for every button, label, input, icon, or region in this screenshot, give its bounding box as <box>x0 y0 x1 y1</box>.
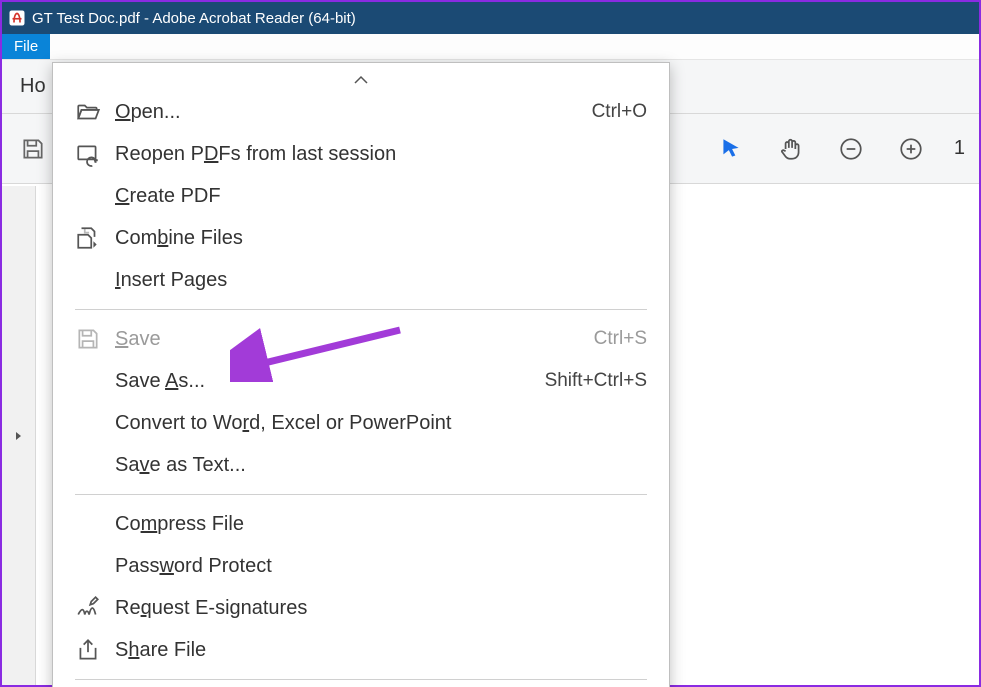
menu-insert-pages[interactable]: Insert Pages <box>53 259 669 301</box>
menu-create-pdf-label: Create PDF <box>115 185 647 208</box>
menu-separator <box>75 679 647 680</box>
menubar: File <box>2 34 979 60</box>
menu-separator <box>75 309 647 310</box>
menu-compress[interactable]: Compress File <box>53 503 669 545</box>
menu-esign[interactable]: Request E-signatures <box>53 587 669 629</box>
save-icon[interactable] <box>16 132 50 166</box>
menu-save-shortcut: Ctrl+S <box>594 328 647 350</box>
menu-combine[interactable]: Combine Files <box>53 217 669 259</box>
menu-combine-label: Combine Files <box>115 227 647 250</box>
menu-save-as-shortcut: Shift+Ctrl+S <box>545 370 647 392</box>
signature-icon <box>75 595 115 621</box>
file-menu-dropdown: Open... Ctrl+O Reopen PDFs from last ses… <box>52 62 670 687</box>
menu-compress-label: Compress File <box>115 513 647 536</box>
acrobat-window: GT Test Doc.pdf - Adobe Acrobat Reader (… <box>0 0 981 687</box>
menu-separator <box>75 494 647 495</box>
menu-convert[interactable]: Convert to Word, Excel or PowerPoint <box>53 402 669 444</box>
zoom-value[interactable]: 1 <box>954 137 965 160</box>
menu-scroll-up[interactable] <box>53 69 669 91</box>
menu-save-label: Save <box>115 328 594 351</box>
menu-save-text-label: Save as Text... <box>115 454 647 477</box>
combine-icon <box>75 225 115 251</box>
hand-tool-icon[interactable] <box>774 132 808 166</box>
menu-open[interactable]: Open... Ctrl+O <box>53 91 669 133</box>
menu-share-label: Share File <box>115 639 647 662</box>
zoom-in-icon[interactable] <box>894 132 928 166</box>
menu-share[interactable]: Share File <box>53 629 669 671</box>
menu-open-label: Open... <box>115 101 592 124</box>
zoom-out-icon[interactable] <box>834 132 868 166</box>
nav-pane-toggle[interactable] <box>2 186 36 685</box>
menu-save: Save Ctrl+S <box>53 318 669 360</box>
menu-save-as[interactable]: Save As... Shift+Ctrl+S <box>53 360 669 402</box>
acrobat-app-icon <box>8 9 26 27</box>
menu-convert-label: Convert to Word, Excel or PowerPoint <box>115 412 647 435</box>
window-title: GT Test Doc.pdf - Adobe Acrobat Reader (… <box>32 10 356 27</box>
menu-reopen[interactable]: Reopen PDFs from last session <box>53 133 669 175</box>
menu-esign-label: Request E-signatures <box>115 597 647 620</box>
menu-create-pdf[interactable]: Create PDF <box>53 175 669 217</box>
save-icon <box>75 326 115 352</box>
folder-open-icon <box>75 99 115 125</box>
menu-open-shortcut: Ctrl+O <box>592 101 647 123</box>
titlebar: GT Test Doc.pdf - Adobe Acrobat Reader (… <box>2 2 979 34</box>
menu-save-as-label: Save As... <box>115 370 545 393</box>
menu-file[interactable]: File <box>2 34 50 59</box>
selection-tool-icon[interactable] <box>714 132 748 166</box>
menu-save-text[interactable]: Save as Text... <box>53 444 669 486</box>
menu-insert-label: Insert Pages <box>115 269 647 292</box>
menu-reopen-label: Reopen PDFs from last session <box>115 143 647 166</box>
reopen-icon <box>75 141 115 167</box>
share-icon <box>75 637 115 663</box>
menu-password-label: Password Protect <box>115 555 647 578</box>
menu-password[interactable]: Password Protect <box>53 545 669 587</box>
